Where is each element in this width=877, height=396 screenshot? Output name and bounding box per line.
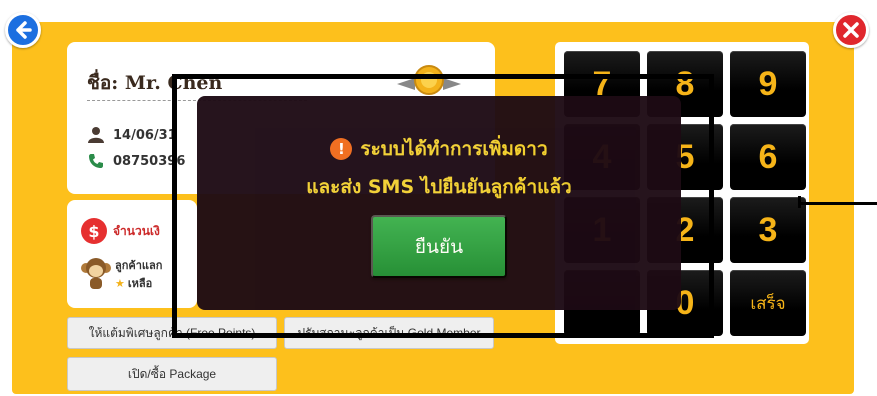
money-card: $ จำนวนเงิ ลูกค้าแลก ★ เหลือ (67, 200, 197, 308)
back-button[interactable] (5, 12, 41, 48)
screen: ชื่อ: Mr. Chen 14/06/31 08750396 $ จำนวน… (0, 0, 877, 396)
confirm-button[interactable]: ยืนยัน (371, 215, 507, 278)
phone-value: 08750396 (113, 153, 186, 169)
confirmation-dialog: ! ระบบได้ทำการเพิ่มดาว และส่ง SMS ไปยืนย… (197, 96, 681, 310)
star-icon: ★ (115, 276, 125, 290)
key-9[interactable]: 9 (730, 51, 806, 117)
points-line-1: ลูกค้าแลก (115, 259, 163, 272)
key-3[interactable]: 3 (730, 197, 806, 263)
free-points-button[interactable]: ให้แต้มพิเศษลูกค้า (Free Points) (67, 317, 277, 349)
key-6[interactable]: 6 (730, 124, 806, 190)
points-line-2: เหลือ (127, 277, 153, 290)
dialog-message-line-2: และส่ง SMS ไปยืนยันลูกค้าแล้ว (306, 176, 572, 198)
dollar-icon: $ (81, 218, 107, 244)
points-text: ลูกค้าแลก ★ เหลือ (115, 256, 162, 292)
dialog-line-1-text: ระบบได้ทำการเพิ่มดาว (360, 138, 548, 160)
gold-member-button[interactable]: ปรับสถานะลูกค้าเป็น Gold Member (284, 317, 494, 349)
birthdate-row: 14/06/31 (87, 126, 177, 144)
birthdate-value: 14/06/31 (113, 127, 177, 143)
annotation-pointer-line (800, 202, 877, 205)
member-medal-icon (397, 65, 461, 95)
money-label: จำนวนเงิ (113, 223, 160, 238)
phone-row: 08750396 (87, 152, 185, 170)
phone-icon (89, 154, 103, 168)
key-done[interactable]: เสร็จ (730, 270, 806, 336)
person-icon (88, 127, 104, 143)
package-button[interactable]: เปิด/ซื้อ Package (67, 357, 277, 391)
monkey-mascot-icon (81, 258, 111, 289)
customer-points-row: ลูกค้าแลก ★ เหลือ (81, 256, 162, 292)
close-button[interactable] (833, 12, 869, 48)
customer-name: ชื่อ: Mr. Chen (87, 72, 223, 94)
dialog-message-line-1: ! ระบบได้ทำการเพิ่มดาว (197, 134, 681, 164)
close-x-icon (843, 22, 859, 38)
warning-icon: ! (330, 138, 353, 160)
back-arrow-icon (16, 21, 32, 39)
money-row: $ จำนวนเงิ (81, 218, 160, 244)
